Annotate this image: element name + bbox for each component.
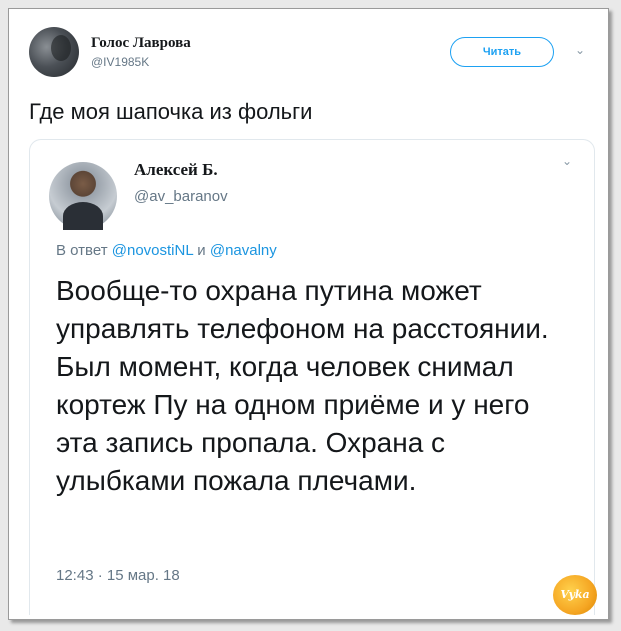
mention-link-novostinl[interactable]: @novostiNL <box>112 242 193 259</box>
tweet-text: Где моя шапочка из фольги <box>29 99 313 124</box>
quoted-tweet[interactable]: Алексей Б. @av_baranov ⌄ В ответ @novost… <box>29 139 595 615</box>
reply-prefix: В ответ <box>56 242 112 259</box>
chevron-down-icon[interactable]: ⌄ <box>575 43 585 57</box>
tweet-card: Голос Лаврова @IV1985K Читать ⌄ Где моя … <box>8 8 609 620</box>
quoted-author-handle[interactable]: @av_baranov <box>134 188 228 205</box>
quoted-tweet-text: Вообще-то охрана путина может управлять … <box>56 275 549 496</box>
quoted-author-name[interactable]: Алексей Б. <box>134 160 218 180</box>
author-avatar[interactable] <box>29 27 79 77</box>
author-name[interactable]: Голос Лаврова <box>91 35 191 52</box>
tweet-timestamp[interactable]: 12:43 · 15 мар. 18 <box>56 567 180 584</box>
reply-to-line: В ответ @novostiNL и @navalny <box>56 242 277 259</box>
chevron-down-icon[interactable]: ⌄ <box>562 154 572 168</box>
reply-conjunction: и <box>193 242 210 259</box>
mention-link-navalny[interactable]: @navalny <box>210 242 277 259</box>
author-handle[interactable]: @IV1985K <box>91 55 149 69</box>
quoted-author-avatar[interactable] <box>49 162 117 230</box>
watermark-logo: Vyka <box>553 575 597 615</box>
follow-button[interactable]: Читать <box>450 37 554 67</box>
